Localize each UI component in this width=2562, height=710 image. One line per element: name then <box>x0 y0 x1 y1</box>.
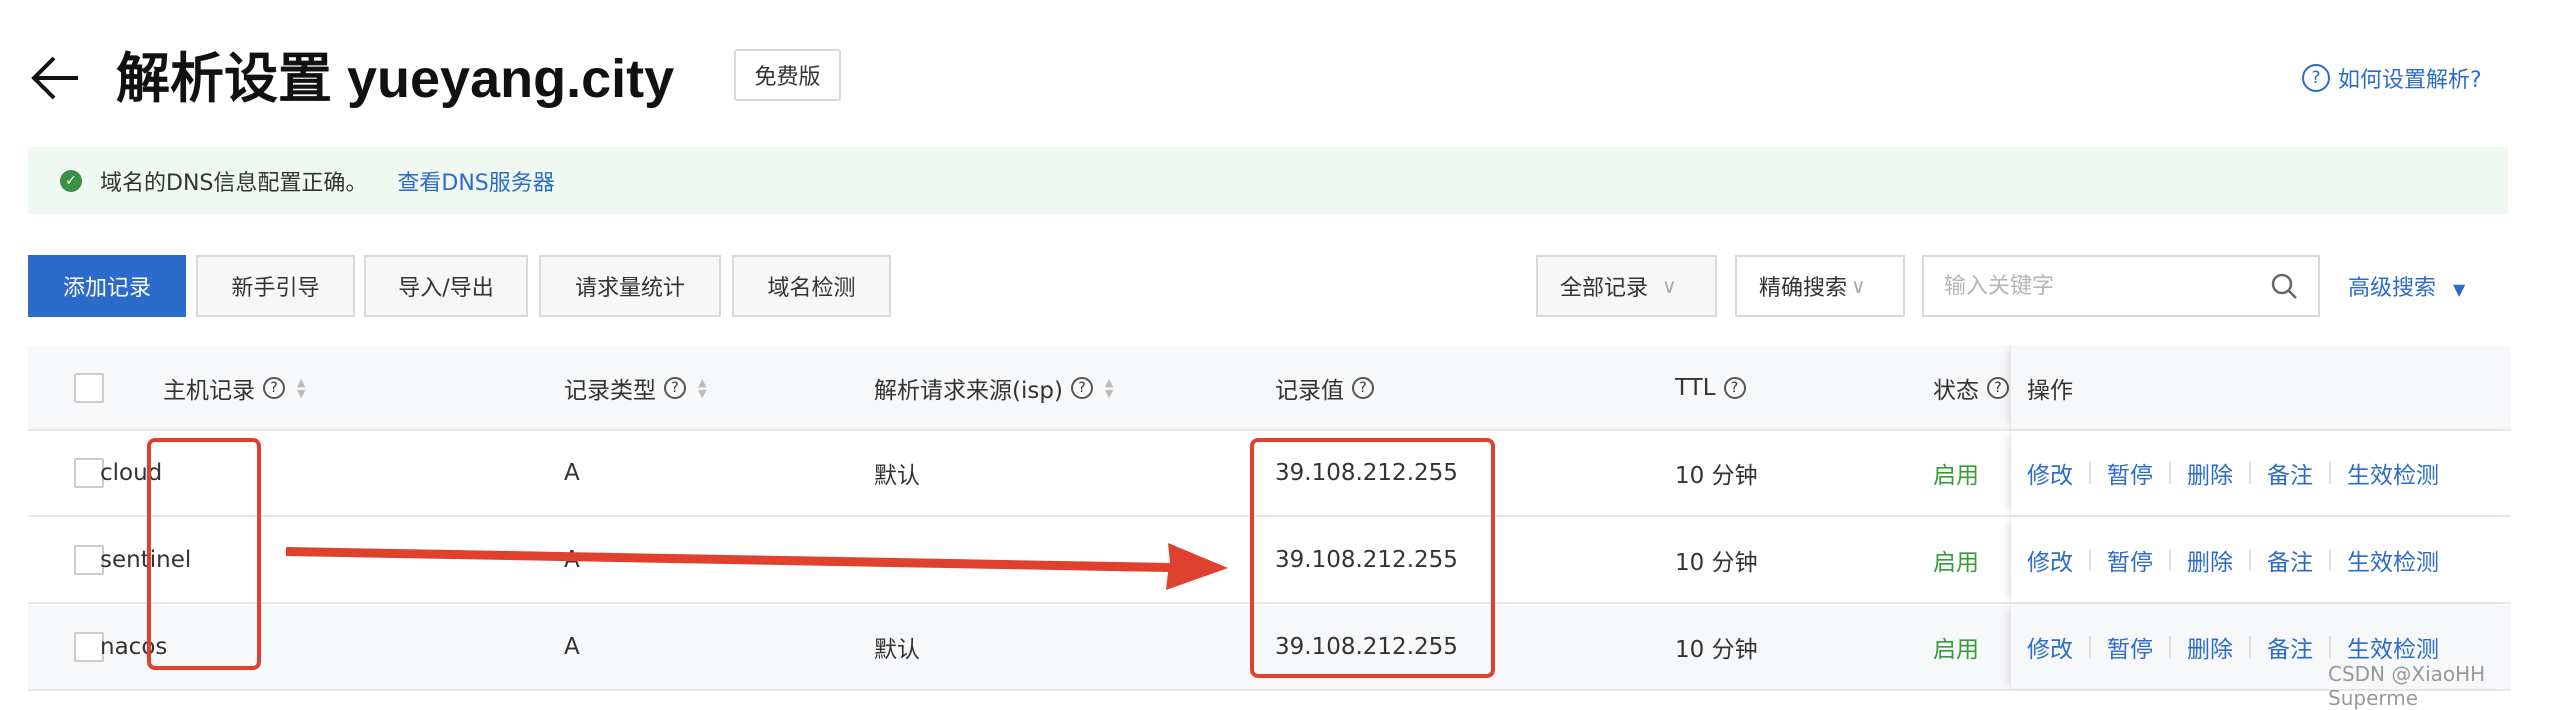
annotation-arrow <box>286 543 1228 590</box>
watermark: CSDN @XiaoHH Superme <box>2328 662 2486 710</box>
